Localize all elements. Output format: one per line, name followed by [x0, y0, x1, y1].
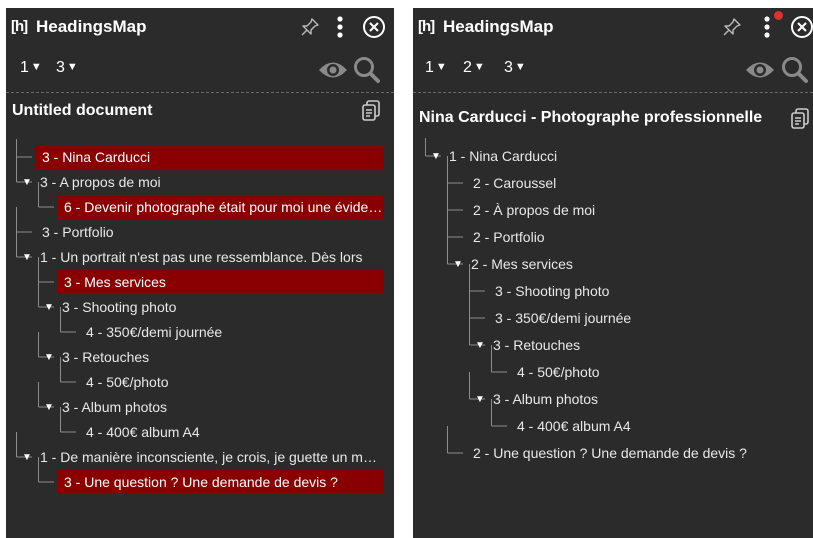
heading-item[interactable]: ▼ 3 - Album photos [6, 395, 384, 419]
heading-item-error[interactable]: 6 - Devenir photographe était pour moi u… [6, 195, 384, 219]
heading-item[interactable]: 2 - Une question ? Une demande de devis … [413, 441, 811, 465]
level-filter-bar: 1 ▼ 2 ▼ 3 ▼ [413, 46, 813, 92]
heading-label: 2 - Une question ? Une demande de devis … [473, 445, 747, 461]
heading-label: 3 - Mes services [58, 270, 384, 294]
divider [413, 92, 813, 93]
document-title: Untitled document [12, 102, 153, 119]
search-icon[interactable] [780, 55, 810, 85]
level-filter-3[interactable]: 3 ▼ [504, 59, 526, 77]
heading-item[interactable]: ▼ 1 - De manière inconsciente, je crois, … [6, 445, 384, 469]
notification-badge [774, 11, 783, 20]
heading-label: 2 - Portfolio [473, 229, 545, 245]
headingsmap-panel-right: [h] HeadingsMap 1 ▼ 2 ▼ 3 ▼ Nina Carducci -… [413, 8, 813, 538]
heading-item-error[interactable]: 3 - Nina Carducci [6, 145, 384, 169]
heading-label: 3 - Album photos [493, 391, 599, 407]
app-title: HeadingsMap [443, 17, 554, 36]
search-icon[interactable] [352, 55, 382, 85]
heading-label: 3 - Album photos [62, 399, 168, 415]
heading-label: 4 - 400€ album A4 [517, 418, 631, 434]
heading-label: 2 - À propos de moi [473, 202, 596, 218]
heading-label: 4 - 50€/photo [517, 364, 600, 380]
collapse-toggle-icon[interactable]: ▼ [44, 345, 54, 369]
heading-item[interactable]: ▼ 3 - Retouches [6, 345, 384, 369]
heading-label: 2 - Mes services [471, 256, 573, 272]
heading-item[interactable]: 3 - Shooting photo [413, 279, 811, 303]
pin-icon[interactable] [297, 14, 323, 40]
heading-label: 4 - 350€/demi journée [86, 324, 223, 340]
eye-icon[interactable] [318, 55, 348, 85]
heading-label: 3 - Une question ? Une demande de devis … [58, 470, 384, 494]
headingsmap-logo: [h] [11, 18, 28, 35]
pin-icon[interactable] [719, 14, 745, 40]
copy-icon[interactable] [787, 106, 813, 132]
level-filter-bar: 1 ▼ 3 ▼ [6, 46, 394, 92]
level-filter-1[interactable]: 1 ▼ [425, 59, 447, 77]
heading-label: 1 - Un portrait n'est pas une ressemblan… [40, 249, 363, 265]
eye-icon[interactable] [745, 55, 775, 85]
close-circle-icon[interactable] [361, 14, 387, 40]
heading-item[interactable]: ▼ 3 - A propos de moi [6, 170, 384, 194]
heading-item[interactable]: ▼ 1 - Un portrait n'est pas une ressembla… [6, 245, 384, 269]
heading-item[interactable]: 4 - 400€ album A4 [413, 414, 811, 438]
collapse-toggle-icon[interactable]: ▼ [22, 245, 32, 269]
level-filter-3[interactable]: 3 ▼ [56, 59, 78, 77]
heading-item[interactable]: 3 - 350€/demi journée [413, 306, 811, 330]
collapse-toggle-icon[interactable]: ▼ [44, 295, 54, 319]
level-filter-1[interactable]: 1 ▼ [20, 59, 42, 77]
heading-item-error[interactable]: 3 - Mes services [6, 270, 384, 294]
heading-label: 3 - Shooting photo [62, 299, 177, 315]
heading-item[interactable]: 2 - À propos de moi [413, 198, 811, 222]
headingsmap-panel-left: [h] HeadingsMap 1 ▼ 3 ▼ Untitled document … [6, 8, 394, 538]
heading-item[interactable]: ▼ 3 - Retouches [413, 333, 811, 357]
heading-item[interactable]: ▼ 3 - Shooting photo [6, 295, 384, 319]
heading-label: 4 - 400€ album A4 [86, 424, 200, 440]
heading-label: 3 - Retouches [493, 337, 581, 353]
heading-item[interactable]: 3 - Portfolio [6, 220, 384, 244]
app-title: HeadingsMap [36, 17, 147, 36]
collapse-toggle-icon[interactable]: ▼ [475, 387, 485, 411]
collapse-toggle-icon[interactable]: ▼ [475, 333, 485, 357]
heading-item[interactable]: 4 - 400€ album A4 [6, 420, 384, 444]
collapse-toggle-icon[interactable]: ▼ [453, 252, 463, 276]
heading-label: 2 - Caroussel [473, 175, 557, 191]
heading-label: 3 - Portfolio [42, 224, 114, 240]
heading-item[interactable]: 4 - 50€/photo [6, 370, 384, 394]
heading-label: 4 - 50€/photo [86, 374, 169, 390]
document-title: Nina Carducci - Photographe professionne… [419, 109, 763, 126]
copy-icon[interactable] [358, 98, 384, 124]
heading-label: 3 - 350€/demi journée [495, 310, 632, 326]
headingsmap-logo: [h] [418, 18, 435, 35]
more-vertical-icon[interactable] [327, 14, 353, 40]
heading-item[interactable]: 2 - Portfolio [413, 225, 811, 249]
divider [6, 92, 394, 93]
heading-item[interactable]: ▼ 2 - Mes services [413, 252, 811, 276]
heading-label: 1 - De manière inconsciente, je crois, j… [40, 449, 384, 465]
heading-label: 6 - Devenir photographe était pour moi u… [58, 195, 384, 219]
heading-item[interactable]: ▼ 1 - Nina Carducci [413, 144, 811, 168]
heading-item-error[interactable]: 3 - Une question ? Une demande de devis … [6, 470, 384, 494]
collapse-toggle-icon[interactable]: ▼ [44, 395, 54, 419]
heading-label: 3 - A propos de moi [40, 174, 161, 190]
panel-header: [h] HeadingsMap [6, 8, 394, 46]
heading-label: 3 - Shooting photo [495, 283, 610, 299]
panel-header: [h] HeadingsMap [413, 8, 813, 46]
collapse-toggle-icon[interactable]: ▼ [431, 144, 441, 168]
heading-label: 1 - Nina Carducci [449, 148, 558, 164]
collapse-toggle-icon[interactable]: ▼ [22, 445, 32, 469]
heading-item[interactable]: 4 - 350€/demi journée [6, 320, 384, 344]
level-filter-2[interactable]: 2 ▼ [463, 59, 485, 77]
collapse-toggle-icon[interactable]: ▼ [22, 170, 32, 194]
heading-item[interactable]: 2 - Caroussel [413, 171, 811, 195]
close-circle-icon[interactable] [789, 14, 813, 40]
heading-item[interactable]: ▼ 3 - Album photos [413, 387, 811, 411]
heading-label: 3 - Nina Carducci [36, 145, 384, 169]
heading-item[interactable]: 4 - 50€/photo [413, 360, 811, 384]
heading-label: 3 - Retouches [62, 349, 150, 365]
